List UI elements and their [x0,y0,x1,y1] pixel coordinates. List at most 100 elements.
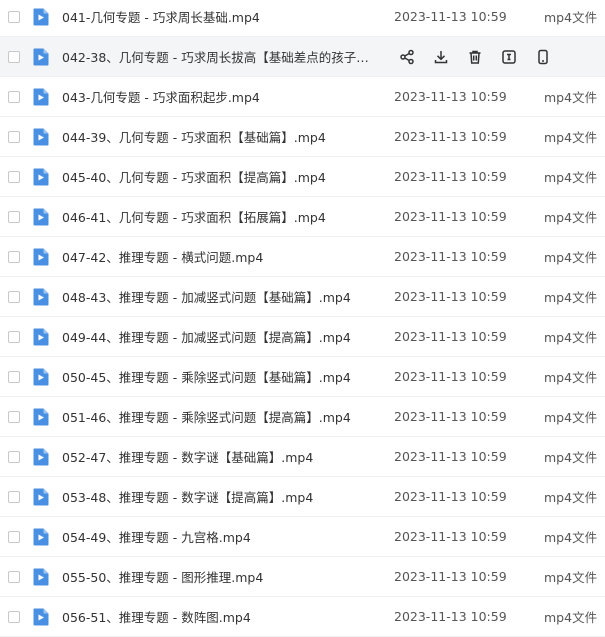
file-row[interactable]: 056-51、推理专题 - 数阵图.mp4 2023-11-13 10:59 mp4… [0,597,605,637]
file-name[interactable]: 048-43、推理专题 - 加减竖式问题【基础篇】.mp4 [62,287,351,306]
file-date: 2023-11-13 10:59 [394,249,507,264]
file-type: mp4文件 [544,90,598,105]
row-checkbox[interactable] [8,370,20,383]
file-type: mp4文件 [544,170,598,185]
file-date: 2023-11-13 10:59 [394,409,507,424]
file-type: mp4文件 [544,610,598,625]
file-row[interactable]: 051-46、推理专题 - 乘除竖式问题【提高篇】.mp4 2023-11-13 … [0,397,605,437]
file-type: mp4文件 [544,490,598,505]
file-row[interactable]: 043-几何专题 - 巧求面积起步.mp4 2023-11-13 10:59 mp4… [0,77,605,117]
row-actions [390,37,560,77]
file-row[interactable]: 046-41、几何专题 - 巧求面积【拓展篇】.mp4 2023-11-13 10… [0,197,605,237]
video-file-icon [33,88,49,106]
video-file-icon [33,408,49,426]
file-row[interactable]: 054-49、推理专题 - 九宫格.mp4 2023-11-13 10:59 mp4… [0,517,605,557]
row-checkbox[interactable] [8,490,20,503]
file-type: mp4文件 [544,450,598,465]
file-name[interactable]: 055-50、推理专题 - 图形推理.mp4 [62,567,263,586]
share-icon[interactable] [390,37,424,77]
file-list: 041-几何专题 - 巧求周长基础.mp4 2023-11-13 10:59 mp4… [0,0,605,637]
row-checkbox[interactable] [8,450,20,463]
file-row[interactable]: 042-38、几何专题 - 巧求周长拔高【基础差点的孩子可跳过】.mp4 [0,37,605,77]
file-name[interactable]: 050-45、推理专题 - 乘除竖式问题【基础篇】.mp4 [62,367,351,386]
row-checkbox[interactable] [8,410,20,423]
row-checkbox[interactable] [8,610,20,623]
video-file-icon [33,528,49,546]
video-file-icon [33,288,49,306]
file-name[interactable]: 049-44、推理专题 - 加减竖式问题【提高篇】.mp4 [62,327,351,346]
row-checkbox[interactable] [8,130,20,143]
download-icon[interactable] [424,37,458,77]
row-checkbox[interactable] [8,530,20,543]
file-row[interactable]: 044-39、几何专题 - 巧求面积【基础篇】.mp4 2023-11-13 10… [0,117,605,157]
file-row[interactable]: 048-43、推理专题 - 加减竖式问题【基础篇】.mp4 2023-11-13 … [0,277,605,317]
row-checkbox[interactable] [8,90,20,103]
file-type: mp4文件 [544,330,598,345]
file-type: mp4文件 [544,250,598,265]
file-date: 2023-11-13 10:59 [394,169,507,184]
file-name[interactable]: 056-51、推理专题 - 数阵图.mp4 [62,607,251,626]
video-file-icon [33,328,49,346]
file-name[interactable]: 043-几何专题 - 巧求面积起步.mp4 [62,87,260,106]
file-date: 2023-11-13 10:59 [394,569,507,584]
file-type: mp4文件 [544,130,598,145]
video-file-icon [33,168,49,186]
file-name[interactable]: 045-40、几何专题 - 巧求面积【提高篇】.mp4 [62,167,326,186]
file-row[interactable]: 045-40、几何专题 - 巧求面积【提高篇】.mp4 2023-11-13 10… [0,157,605,197]
file-type: mp4文件 [544,530,598,545]
file-name[interactable]: 041-几何专题 - 巧求周长基础.mp4 [62,7,260,26]
file-type: mp4文件 [544,570,598,585]
file-name[interactable]: 051-46、推理专题 - 乘除竖式问题【提高篇】.mp4 [62,407,351,426]
video-file-icon [33,488,49,506]
video-file-icon [33,128,49,146]
row-checkbox[interactable] [8,330,20,343]
file-date: 2023-11-13 10:59 [394,369,507,384]
file-name[interactable]: 054-49、推理专题 - 九宫格.mp4 [62,527,251,546]
file-type: mp4文件 [544,370,598,385]
file-date: 2023-11-13 10:59 [394,129,507,144]
file-row[interactable]: 050-45、推理专题 - 乘除竖式问题【基础篇】.mp4 2023-11-13 … [0,357,605,397]
file-date: 2023-11-13 10:59 [394,609,507,624]
rename-icon[interactable] [492,37,526,77]
mobile-icon[interactable] [526,37,560,77]
file-row[interactable]: 052-47、推理专题 - 数字谜【基础篇】.mp4 2023-11-13 10:… [0,437,605,477]
video-file-icon [33,248,49,266]
file-row[interactable]: 055-50、推理专题 - 图形推理.mp4 2023-11-13 10:59 mp… [0,557,605,597]
row-checkbox[interactable] [8,10,20,23]
file-name[interactable]: 053-48、推理专题 - 数字谜【提高篇】.mp4 [62,487,313,506]
file-row[interactable]: 053-48、推理专题 - 数字谜【提高篇】.mp4 2023-11-13 10:… [0,477,605,517]
file-type: mp4文件 [544,210,598,225]
video-file-icon [33,48,49,66]
file-date: 2023-11-13 10:59 [394,9,507,24]
file-date: 2023-11-13 10:59 [394,489,507,504]
file-type: mp4文件 [544,410,598,425]
row-checkbox[interactable] [8,170,20,183]
file-date: 2023-11-13 10:59 [394,449,507,464]
video-file-icon [33,568,49,586]
file-name[interactable]: 042-38、几何专题 - 巧求周长拔高【基础差点的孩子可跳过】.mp4 [62,47,380,66]
video-file-icon [33,208,49,226]
row-checkbox[interactable] [8,570,20,583]
file-name[interactable]: 047-42、推理专题 - 横式问题.mp4 [62,247,263,266]
video-file-icon [33,368,49,386]
file-row[interactable]: 049-44、推理专题 - 加减竖式问题【提高篇】.mp4 2023-11-13 … [0,317,605,357]
row-checkbox[interactable] [8,290,20,303]
file-date: 2023-11-13 10:59 [394,529,507,544]
video-file-icon [33,8,49,26]
trash-icon[interactable] [458,37,492,77]
file-row[interactable]: 041-几何专题 - 巧求周长基础.mp4 2023-11-13 10:59 mp4… [0,0,605,37]
file-type: mp4文件 [544,290,598,305]
video-file-icon [33,608,49,626]
file-row[interactable]: 047-42、推理专题 - 横式问题.mp4 2023-11-13 10:59 mp… [0,237,605,277]
file-date: 2023-11-13 10:59 [394,89,507,104]
row-checkbox[interactable] [8,210,20,223]
file-name[interactable]: 046-41、几何专题 - 巧求面积【拓展篇】.mp4 [62,207,326,226]
row-checkbox[interactable] [8,250,20,263]
file-date: 2023-11-13 10:59 [394,329,507,344]
video-file-icon [33,448,49,466]
file-date: 2023-11-13 10:59 [394,209,507,224]
file-name[interactable]: 044-39、几何专题 - 巧求面积【基础篇】.mp4 [62,127,326,146]
row-checkbox[interactable] [8,50,20,63]
file-date: 2023-11-13 10:59 [394,289,507,304]
file-name[interactable]: 052-47、推理专题 - 数字谜【基础篇】.mp4 [62,447,313,466]
